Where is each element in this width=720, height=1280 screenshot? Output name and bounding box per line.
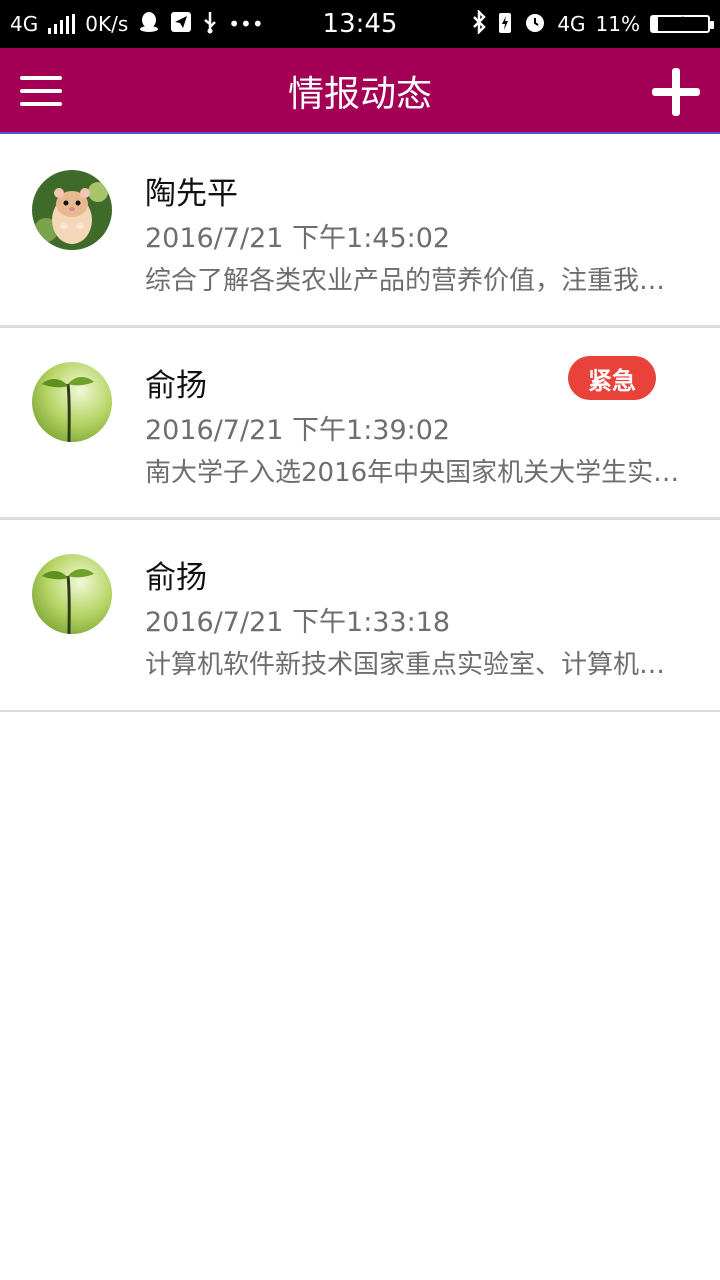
item-summary: 计算机软件新技术国家重点实验室、计算机科学与技术系 <box>145 650 690 680</box>
network-type-right: 4G <box>557 12 586 36</box>
sprout-avatar <box>32 362 112 442</box>
status-right: 4G 11% ⚡ <box>471 0 714 48</box>
item-author: 陶先平 <box>145 176 238 212</box>
bluetooth-icon <box>471 8 487 39</box>
item-summary: 综合了解各类农业产品的营养价值，注重我国农产品质量安全 <box>145 266 690 296</box>
add-button[interactable] <box>652 68 700 116</box>
sprout-avatar <box>32 554 112 634</box>
battery-percent: 11% <box>595 12 640 36</box>
list-item[interactable]: 陶先平 2016/7/21 下午1:45:02 综合了解各类农业产品的营养价值，… <box>0 136 720 328</box>
intel-list: 陶先平 2016/7/21 下午1:45:02 综合了解各类农业产品的营养价值，… <box>0 136 720 712</box>
battery-charging-icon <box>497 10 513 39</box>
urgent-badge: 紧急 <box>568 356 656 400</box>
battery-icon: ⚡ <box>650 14 714 33</box>
item-time: 2016/7/21 下午1:45:02 <box>145 223 451 254</box>
clock: 13:45 <box>322 9 398 39</box>
item-time: 2016/7/21 下午1:39:02 <box>145 415 451 446</box>
page-title: 情报动态 <box>287 74 432 115</box>
item-summary: 南大学子入选2016年中央国家机关大学生实习项目 <box>145 458 690 488</box>
app-bar: 情报动态 <box>0 48 720 134</box>
item-time: 2016/7/21 下午1:33:18 <box>145 607 451 638</box>
alarm-icon <box>523 10 547 39</box>
list-item[interactable]: 俞扬 2016/7/21 下午1:33:18 计算机软件新技术国家重点实验室、计… <box>0 520 720 712</box>
list-item[interactable]: 俞扬 紧急 2016/7/21 下午1:39:02 南大学子入选2016年中央国… <box>0 328 720 520</box>
item-author: 俞扬 <box>145 368 207 404</box>
hamster-avatar <box>32 170 112 250</box>
item-author: 俞扬 <box>145 560 207 596</box>
charging-bolt-icon: ⚡ <box>675 14 685 30</box>
status-bar: 4G 0K/s ••• 13:45 4G 11% ⚡ <box>0 0 720 48</box>
